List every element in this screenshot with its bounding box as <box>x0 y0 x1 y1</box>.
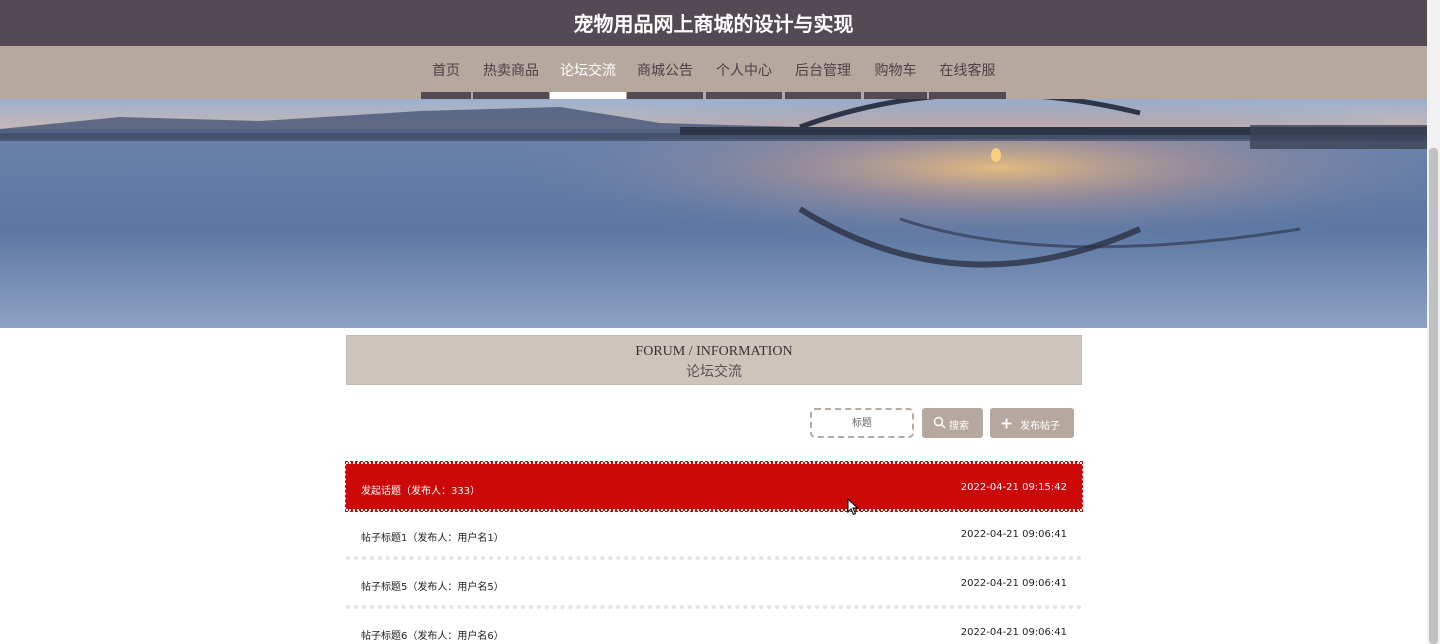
nav-underline <box>706 92 782 99</box>
nav-underline <box>421 92 471 99</box>
search-button-label: 搜索 <box>949 421 969 432</box>
nav-item-announcements[interactable]: 商城公告 <box>627 46 703 99</box>
site-title: 宠物用品网上商城的设计与实现 <box>573 12 854 36</box>
post-title: 帖子标题5（发布人：用户名5） <box>361 582 504 593</box>
title-search-input[interactable] <box>810 408 914 438</box>
search-icon <box>933 416 946 432</box>
plus-icon <box>1001 418 1012 432</box>
nav-label: 热卖商品 <box>483 63 539 79</box>
nav-item-home[interactable]: 首页 <box>421 46 471 99</box>
post-title: 帖子标题6（发布人：用户名6） <box>361 631 504 642</box>
nav-item-forum[interactable]: 论坛交流 <box>550 46 626 99</box>
nav-underline <box>785 92 861 99</box>
section-title-zh: 论坛交流 <box>686 364 742 380</box>
publish-post-button[interactable]: 发布帖子 <box>990 408 1074 438</box>
nav-underline <box>929 92 1006 99</box>
mouse-cursor-icon <box>847 497 859 520</box>
banner-carousel[interactable] <box>0 99 1427 328</box>
post-title: 帖子标题1（发布人：用户名1） <box>361 533 504 544</box>
page: 宠物用品网上商城的设计与实现 首页 热卖商品 论坛交流 商城公告 个人中心 后台… <box>0 0 1440 644</box>
nav-underline <box>473 92 549 99</box>
section-header: FORUM / INFORMATION 论坛交流 <box>346 335 1082 385</box>
page-scrollbar[interactable] <box>1427 0 1440 644</box>
nav-label: 后台管理 <box>795 63 851 79</box>
nav-item-support[interactable]: 在线客服 <box>929 46 1006 99</box>
main-nav: 首页 热卖商品 论坛交流 商城公告 个人中心 后台管理 购物车 在线客服 <box>0 46 1427 99</box>
nav-underline <box>864 92 927 99</box>
section-title-en: FORUM / INFORMATION <box>635 344 793 359</box>
banner-image <box>0 99 1427 328</box>
nav-item-hot-products[interactable]: 热卖商品 <box>473 46 549 99</box>
post-row[interactable]: 帖子标题6（发布人：用户名6） 2022-04-21 09:06:41 <box>346 609 1082 644</box>
nav-label: 首页 <box>432 63 460 79</box>
post-row[interactable]: 发起话题（发布人：333） 2022-04-21 09:15:42 <box>345 461 1083 512</box>
nav-label: 在线客服 <box>939 63 996 79</box>
nav-label: 购物车 <box>874 63 917 79</box>
post-time: 2022-04-21 09:06:41 <box>960 627 1067 638</box>
post-time: 2022-04-21 09:06:41 <box>960 529 1067 540</box>
post-row[interactable]: 帖子标题1（发布人：用户名1） 2022-04-21 09:06:41 <box>346 511 1082 560</box>
nav-item-admin[interactable]: 后台管理 <box>785 46 861 99</box>
nav-label: 个人中心 <box>716 63 772 79</box>
search-button[interactable]: 搜索 <box>922 408 983 438</box>
nav-item-cart[interactable]: 购物车 <box>864 46 927 99</box>
site-header: 宠物用品网上商城的设计与实现 <box>0 0 1427 46</box>
post-time: 2022-04-21 09:06:41 <box>960 578 1067 589</box>
post-list: 发起话题（发布人：333） 2022-04-21 09:15:42 帖子标题1（… <box>345 461 1083 644</box>
nav-underline <box>627 92 703 99</box>
nav-label: 商城公告 <box>637 63 693 79</box>
nav-label: 论坛交流 <box>560 63 616 79</box>
scrollbar-thumb[interactable] <box>1429 148 1438 644</box>
post-row[interactable]: 帖子标题5（发布人：用户名5） 2022-04-21 09:06:41 <box>346 560 1082 609</box>
nav-item-profile[interactable]: 个人中心 <box>706 46 782 99</box>
publish-button-label: 发布帖子 <box>1020 421 1060 432</box>
post-title: 发起话题（发布人：333） <box>361 486 481 497</box>
nav-underline <box>550 92 626 99</box>
post-time: 2022-04-21 09:15:42 <box>960 482 1067 493</box>
